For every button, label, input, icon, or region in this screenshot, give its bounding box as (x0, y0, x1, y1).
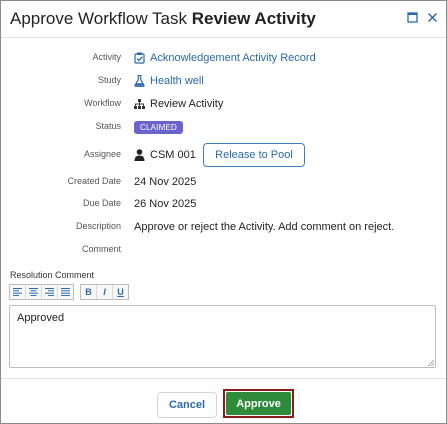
footer-divider (1, 378, 446, 379)
created-date-label: Created Date (67, 176, 121, 186)
dialog-title: Approve Workflow Task Review Activity (10, 9, 316, 29)
comment-row: Comment (1, 242, 446, 260)
alignment-group (9, 284, 74, 300)
description-label: Description (75, 221, 121, 231)
assignee-label: Assignee (83, 149, 121, 159)
workflow-text: Review Activity (150, 98, 224, 110)
window-controls (407, 12, 438, 23)
maximize-icon[interactable] (407, 12, 418, 23)
underline-button[interactable]: U (112, 285, 128, 299)
status-row: Status CLAIMED (1, 119, 446, 137)
study-link[interactable]: Health well (150, 75, 204, 87)
comment-label: Comment (81, 244, 121, 254)
close-icon[interactable] (427, 12, 438, 23)
align-center-icon[interactable] (25, 285, 41, 299)
activity-label: Activity (92, 52, 121, 62)
resolution-comment-text: Approved (17, 312, 65, 324)
assignee-text: CSM 001 (150, 149, 196, 161)
rich-text-toolbar: B I U (9, 284, 129, 300)
dialog-title-task: Review Activity (191, 9, 316, 28)
approve-button-focus-ring: Approve (223, 389, 294, 418)
assignee-value: CSM 001 (134, 147, 196, 163)
approve-task-dialog: Approve Workflow Task Review Activity Ac… (0, 0, 447, 424)
release-to-pool-button[interactable]: Release to Pool (203, 143, 305, 167)
align-right-icon[interactable] (41, 285, 57, 299)
format-group: B I U (80, 284, 129, 300)
user-icon (134, 149, 145, 161)
study-value[interactable]: Health well (134, 73, 204, 89)
study-label: Study (97, 75, 121, 85)
description-row: Description Approve or reject the Activi… (1, 219, 446, 237)
status-value: CLAIMED (134, 119, 183, 135)
status-badge: CLAIMED (134, 120, 183, 134)
dialog-title-prefix: Approve Workflow Task (10, 9, 192, 28)
due-date-row: Due Date 26 Nov 2025 (1, 196, 446, 214)
bold-button[interactable]: B (81, 285, 96, 299)
activity-row: Activity Acknowledgement Activity Record (1, 50, 446, 68)
due-date-label: Due Date (82, 198, 121, 208)
flask-icon (134, 75, 145, 87)
workflow-row: Workflow Review Activity (1, 96, 446, 114)
created-date-value: 24 Nov 2025 (134, 176, 197, 188)
description-value: Approve or reject the Activity. Add comm… (134, 221, 395, 233)
resolution-comment-label: Resolution Comment (10, 270, 95, 280)
title-divider (1, 37, 446, 38)
resolution-comment-editor[interactable]: Approved (9, 305, 436, 368)
cancel-button[interactable]: Cancel (157, 392, 217, 418)
study-row: Study Health well (1, 73, 446, 91)
dialog-titlebar: Approve Workflow Task Review Activity (1, 1, 446, 37)
status-label: Status (95, 121, 121, 131)
workflow-value: Review Activity (134, 96, 223, 112)
checklist-icon (134, 52, 145, 64)
align-left-icon[interactable] (10, 285, 25, 299)
hierarchy-icon (134, 99, 145, 109)
created-date-row: Created Date 24 Nov 2025 (1, 174, 446, 192)
italic-button[interactable]: I (96, 285, 112, 299)
activity-link[interactable]: Acknowledgement Activity Record (150, 52, 316, 64)
approve-button[interactable]: Approve (226, 392, 291, 415)
activity-value[interactable]: Acknowledgement Activity Record (134, 50, 316, 66)
due-date-value: 26 Nov 2025 (134, 198, 197, 210)
justify-icon[interactable] (57, 285, 73, 299)
workflow-label: Workflow (84, 98, 121, 108)
resize-handle-icon[interactable] (428, 360, 434, 366)
